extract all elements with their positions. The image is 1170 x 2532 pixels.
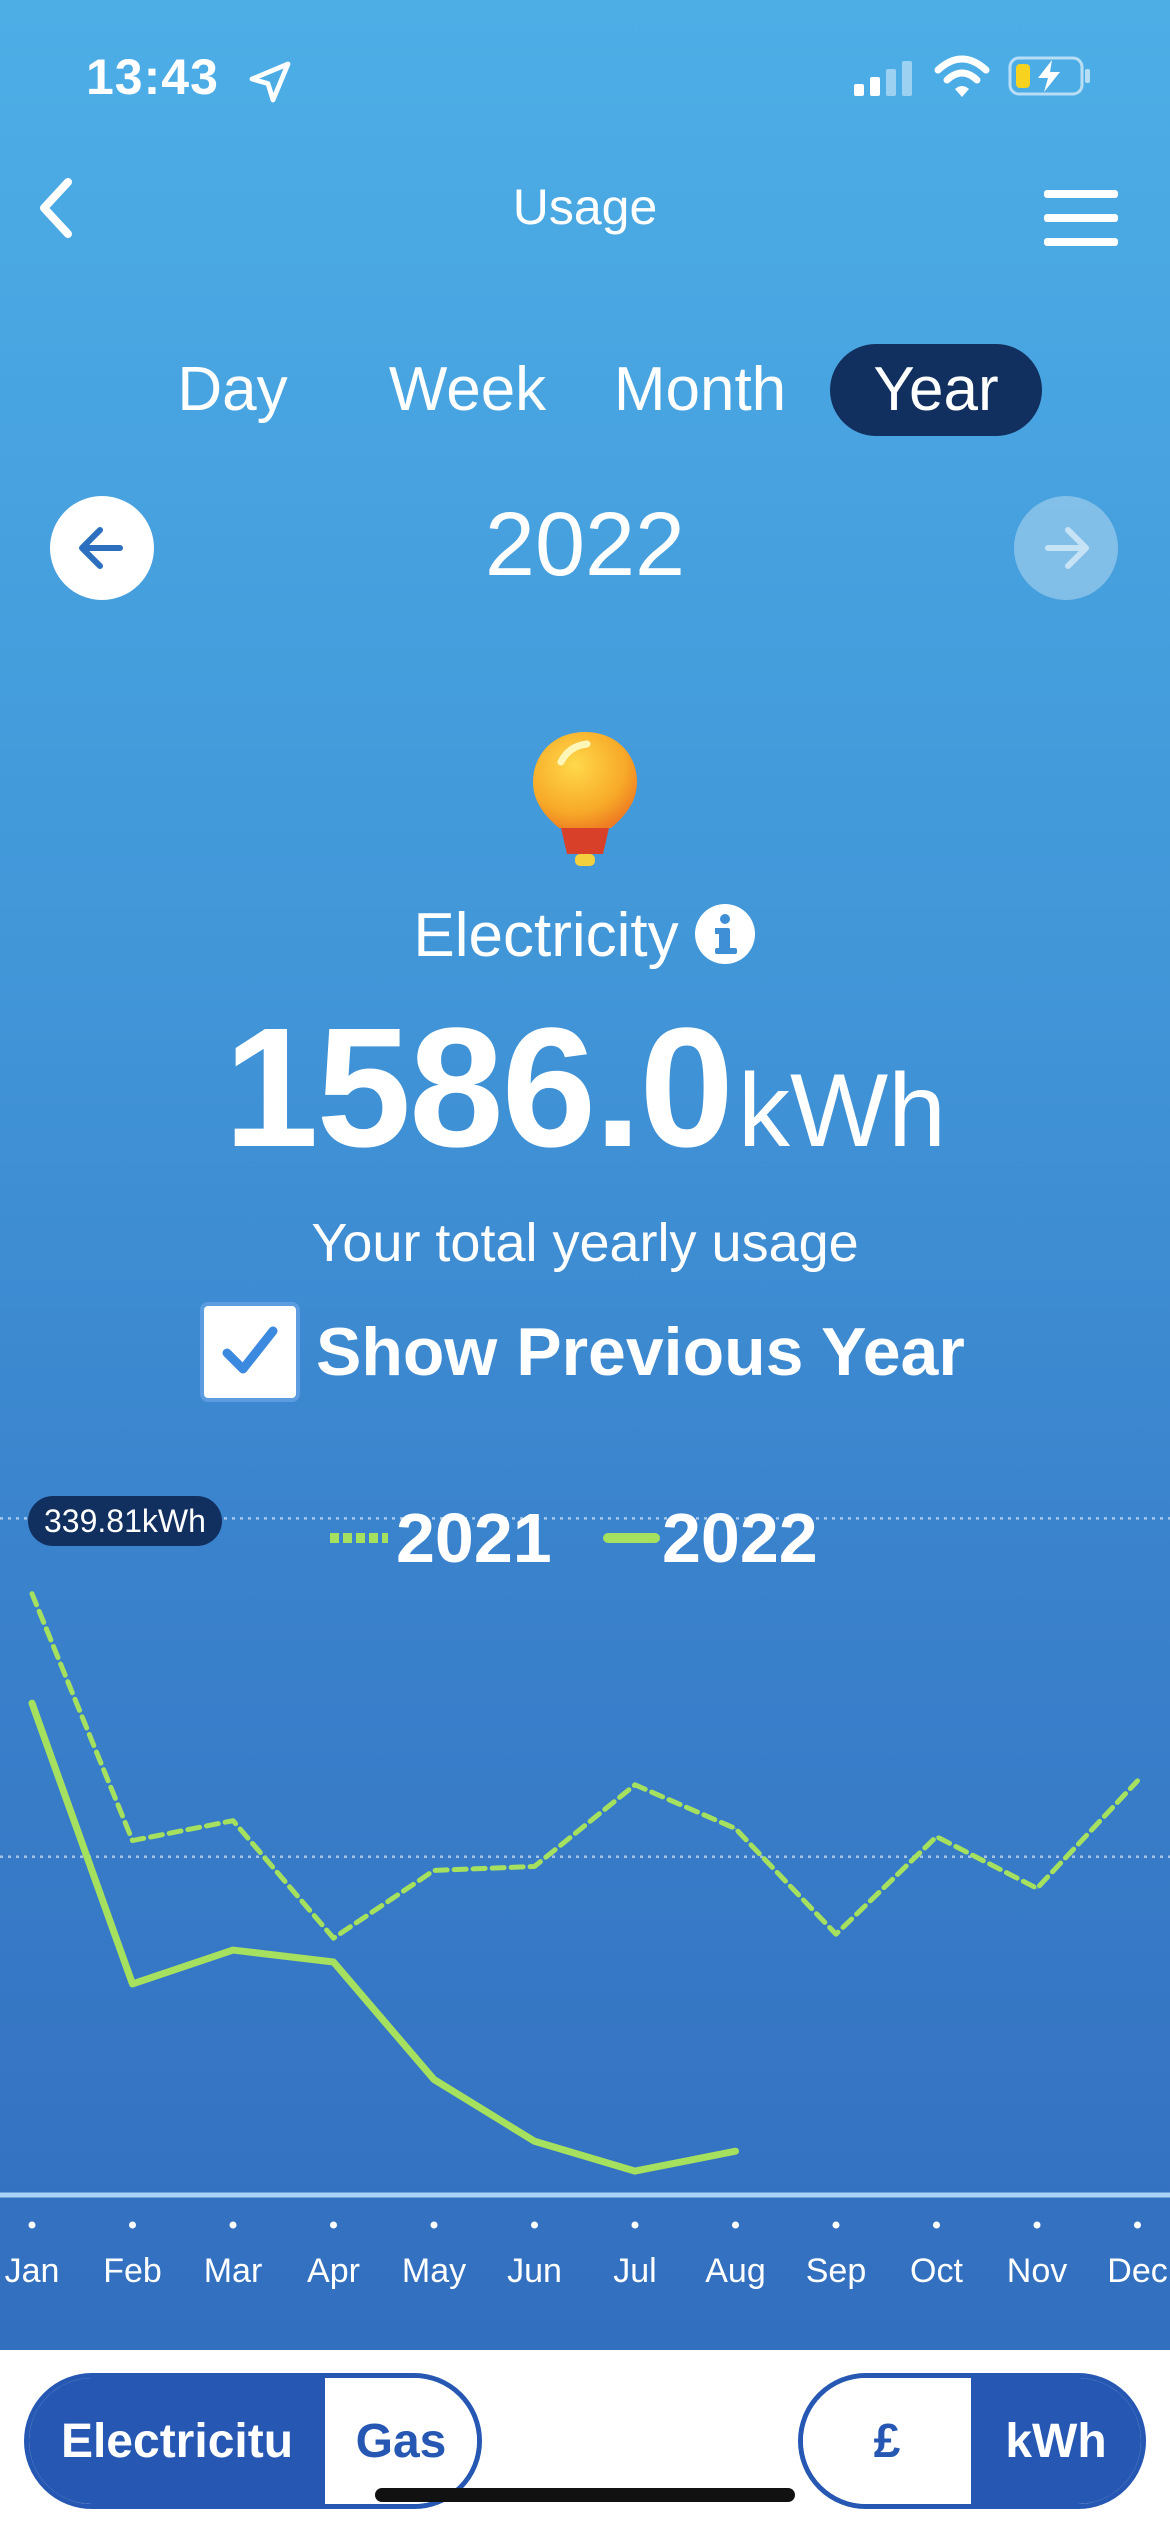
legend-item-2021: 2021 <box>330 1499 552 1577</box>
data-point-2021-Apr <box>333 1937 334 1939</box>
tab-year[interactable]: Year <box>830 344 1042 436</box>
x-tick-dot <box>28 2221 36 2229</box>
data-point-2022-Feb <box>132 1983 133 1985</box>
electricity-option[interactable]: Electricitu <box>29 2378 325 2504</box>
data-point-2021-Nov <box>1036 1887 1038 1889</box>
pound-option[interactable]: £ <box>803 2378 971 2504</box>
data-point-2022-Mar <box>232 1949 234 1951</box>
show-previous-year-toggle[interactable]: Show Previous Year <box>200 1302 965 1402</box>
legend-label-2021: 2021 <box>396 1499 552 1577</box>
x-tick-dot <box>631 2221 639 2229</box>
x-tick-dot <box>732 2221 739 2229</box>
lightbulb-icon <box>533 732 637 866</box>
x-tick-label: Oct <box>910 2252 963 2290</box>
x-tick-dot <box>832 2221 840 2229</box>
tab-day[interactable]: Day <box>150 344 315 436</box>
x-tick-label: May <box>402 2252 466 2290</box>
tab-month[interactable]: Month <box>595 344 805 436</box>
x-tick-dot <box>129 2221 136 2229</box>
usage-line-chart[interactable]: 2021 2022 Jan Feb Mar Apr May Jun Jul Aug Sep Oct N… <box>0 1490 1170 2320</box>
data-point-2021-Jun <box>534 1865 535 1867</box>
energy-type-label: Electricity <box>413 901 679 970</box>
data-point-2022-Jun <box>534 2140 535 2142</box>
back-button[interactable] <box>18 168 98 248</box>
next-year-button[interactable] <box>1014 496 1118 600</box>
kwh-option[interactable]: kWh <box>971 2378 1141 2504</box>
data-point-2022-Jul <box>634 2170 636 2172</box>
x-tick-dot <box>933 2221 940 2229</box>
data-point-2021-Feb <box>132 1840 133 1842</box>
data-point-2021-Jan <box>31 1593 33 1595</box>
x-tick-label: Jun <box>507 2252 562 2290</box>
info-icon[interactable] <box>693 902 757 966</box>
data-point-2022-Jan <box>31 1702 33 1704</box>
x-tick-label: Mar <box>204 2252 263 2290</box>
chart-tooltip: 339.81kWh <box>28 1496 222 1546</box>
data-point-2021-Sep <box>835 1933 837 1935</box>
total-usage-unit: kWh <box>737 1053 946 1169</box>
arrow-right-icon <box>1045 527 1089 569</box>
page-title: Usage <box>512 179 658 235</box>
legend-label-2022: 2022 <box>662 1499 818 1577</box>
energy-type-row: Electricity <box>0 900 1170 971</box>
tab-week[interactable]: Week <box>380 344 555 436</box>
x-tick-label: Jan <box>5 2252 60 2290</box>
total-usage-caption: Your total yearly usage <box>311 1213 859 1273</box>
data-point-2022-Aug <box>735 2150 736 2152</box>
x-tick-label: Jul <box>613 2252 656 2290</box>
data-point-2022-May <box>433 2079 435 2081</box>
data-point-2021-Aug <box>735 1828 736 1830</box>
x-tick-label: Apr <box>307 2252 360 2290</box>
x-tick-dot <box>531 2221 538 2229</box>
gas-option[interactable]: Gas <box>325 2378 477 2504</box>
cellular-signal-icon <box>854 61 912 96</box>
data-point-2021-Dec <box>1137 1780 1138 1782</box>
show-previous-year-checkbox[interactable] <box>200 1302 300 1402</box>
series-line-2022 <box>28 1699 739 2175</box>
previous-year-button[interactable] <box>50 496 154 600</box>
x-tick-dot <box>330 2221 337 2229</box>
battery-charging-icon <box>1008 56 1090 96</box>
total-usage: 1586.0kWh <box>0 990 1170 1186</box>
x-tick-label: Aug <box>705 2252 766 2290</box>
status-time: 13:43 <box>86 49 219 105</box>
home-indicator <box>375 2488 795 2502</box>
series-line-2021 <box>29 1591 1140 1941</box>
show-previous-year-label: Show Previous Year <box>316 1314 965 1390</box>
data-point-2021-Jul <box>634 1784 636 1786</box>
arrow-left-icon <box>79 527 123 569</box>
x-tick-dot <box>430 2221 438 2229</box>
checkmark-icon <box>222 1326 278 1374</box>
unit-selector[interactable]: £ kWh <box>798 2373 1146 2509</box>
location-arrow-icon <box>249 61 291 103</box>
x-tick-dot <box>1033 2221 1041 2229</box>
menu-button[interactable] <box>1028 180 1124 260</box>
x-tick-dot <box>229 2221 237 2229</box>
year-label: 2022 <box>484 495 686 595</box>
x-tick-label: Dec <box>1107 2252 1167 2290</box>
x-tick-label: Nov <box>1007 2252 1067 2290</box>
data-point-2021-Oct <box>936 1836 937 1838</box>
data-point-2021-Mar <box>232 1820 234 1822</box>
legend-item-2022: 2022 <box>603 1499 818 1577</box>
total-usage-value: 1586.0 <box>224 993 734 1183</box>
x-tick-label: Feb <box>103 2252 162 2290</box>
wifi-icon <box>934 55 990 97</box>
x-tick-label: Sep <box>806 2252 867 2290</box>
data-point-2022-Apr <box>333 1961 334 1963</box>
x-tick-dot <box>1134 2221 1141 2229</box>
data-point-2021-May <box>433 1869 435 1871</box>
